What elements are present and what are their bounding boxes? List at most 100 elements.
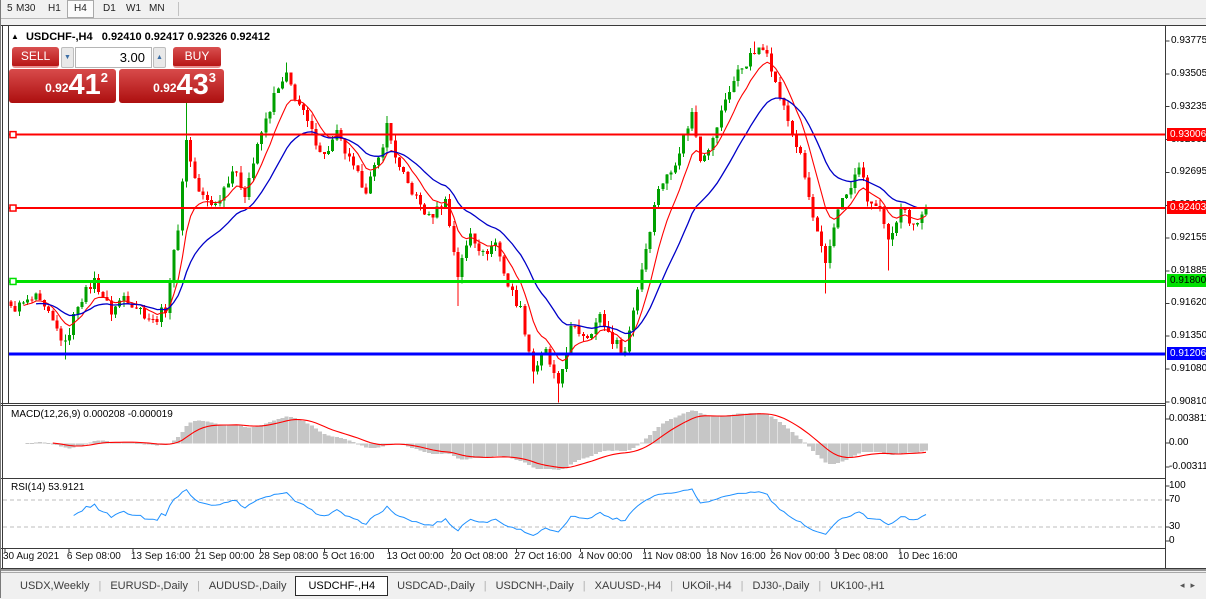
chart-tab-ukoil-[interactable]: UKOil-,H4 bbox=[673, 577, 741, 595]
candle-bull bbox=[828, 246, 832, 263]
candle-bull bbox=[736, 69, 740, 82]
volume-increase-button[interactable]: ▲ bbox=[153, 47, 166, 68]
candle-bear bbox=[155, 319, 159, 322]
candle-bear bbox=[201, 191, 205, 196]
candle-bull bbox=[749, 53, 753, 67]
candle-bear bbox=[30, 299, 34, 301]
candle-bull bbox=[916, 223, 920, 225]
candle-bull bbox=[184, 139, 188, 182]
tabs-scroll-left-icon[interactable]: ◂ bbox=[1180, 580, 1191, 590]
candle-bull bbox=[427, 213, 431, 215]
chart-tab-usdcad-[interactable]: USDCAD-,Daily bbox=[388, 577, 484, 595]
candle-bear bbox=[347, 153, 351, 157]
candle-bull bbox=[682, 135, 686, 154]
candle-bear bbox=[515, 290, 519, 307]
date-tick-label: 27 Oct 16:00 bbox=[514, 551, 572, 562]
buy-price-display[interactable]: 0.92433 bbox=[119, 69, 224, 103]
chart-tab-audusd-[interactable]: AUDUSD-,Daily bbox=[200, 577, 296, 595]
candle-bear bbox=[410, 182, 414, 195]
date-tick-label: 3 Dec 08:00 bbox=[834, 551, 888, 562]
spin-up-icon: ▲ bbox=[156, 54, 163, 61]
date-tick-label: 21 Sep 00:00 bbox=[194, 551, 255, 562]
buy-button[interactable]: BUY bbox=[173, 47, 221, 68]
candle-bear bbox=[318, 145, 322, 153]
candle-bull bbox=[327, 151, 331, 154]
candle-bear bbox=[306, 110, 310, 122]
candle-bull bbox=[723, 99, 727, 111]
chart-tab-usdchf-[interactable]: USDCHF-,H4 bbox=[295, 576, 389, 596]
date-tick-label: 11 Nov 08:00 bbox=[642, 551, 702, 562]
price-tick-label: 0.92155 bbox=[1171, 232, 1206, 244]
level-line-marker[interactable] bbox=[9, 130, 17, 139]
candle-bear bbox=[423, 204, 427, 215]
candle-bear bbox=[799, 146, 803, 154]
candle-bull bbox=[519, 305, 523, 307]
candle-bear bbox=[398, 157, 402, 167]
macd-tick-label: 0.003811 bbox=[1169, 413, 1206, 424]
sell-button[interactable]: SELL bbox=[12, 47, 59, 68]
chart-tab-xauusd-[interactable]: XAUUSD-,H4 bbox=[586, 577, 671, 595]
chart-tab-eurusd-[interactable]: EURUSD-,Daily bbox=[101, 577, 197, 595]
sell-price-big: 41 bbox=[68, 69, 101, 101]
chart-tab-usdx[interactable]: USDX,Weekly bbox=[11, 577, 98, 595]
candle-bull bbox=[281, 81, 285, 89]
candle-bull bbox=[744, 66, 748, 69]
candle-bull bbox=[489, 246, 493, 255]
tabs-scroll-right-icon[interactable]: ▸ bbox=[1190, 580, 1201, 590]
candle-bull bbox=[256, 143, 260, 164]
volume-input[interactable]: 3.00 bbox=[75, 47, 152, 68]
candle-bull bbox=[615, 339, 619, 344]
date-tick-label: 6 Sep 08:00 bbox=[66, 551, 121, 562]
candle-bear bbox=[310, 121, 314, 129]
candle-bear bbox=[698, 136, 702, 162]
candle-bear bbox=[55, 320, 59, 329]
candle-bear bbox=[418, 194, 422, 205]
candle-bull bbox=[757, 47, 761, 55]
candle-bull bbox=[268, 112, 272, 119]
candle-bear bbox=[448, 198, 452, 227]
chart-title: ▲ USDCHF-,H4 0.92410 0.92417 0.92326 0.9… bbox=[11, 31, 270, 43]
level-price-label: 0.93006 bbox=[1167, 127, 1206, 141]
chart-tab-dj30-[interactable]: DJ30-,Daily bbox=[744, 577, 819, 595]
candle-bear bbox=[393, 140, 397, 158]
price-tick-label: 0.90810 bbox=[1171, 395, 1206, 407]
candle-bear bbox=[431, 213, 435, 218]
rsi-tick-label: 0 bbox=[1169, 535, 1175, 546]
candle-bear bbox=[38, 293, 42, 300]
candle-bear bbox=[364, 187, 368, 194]
buy-price-sup: 3 bbox=[208, 70, 216, 85]
candle-bull bbox=[836, 209, 840, 228]
candle-bull bbox=[535, 365, 539, 372]
candle-bear bbox=[414, 194, 418, 196]
chart-tab-uk100-[interactable]: UK100-,H1 bbox=[821, 577, 893, 595]
date-tick-label: 13 Sep 16:00 bbox=[130, 551, 191, 562]
candle-bear bbox=[293, 84, 297, 100]
symbol-dropdown-icon[interactable]: ▲ bbox=[11, 32, 19, 41]
sell-price-display[interactable]: 0.92412 bbox=[9, 69, 116, 103]
level-line-marker[interactable] bbox=[9, 204, 17, 212]
candle-bull bbox=[180, 181, 184, 231]
candle-bull bbox=[272, 93, 276, 113]
chart-tab-usdcnh-[interactable]: USDCNH-,Daily bbox=[487, 577, 583, 595]
date-tick-label: 18 Nov 16:00 bbox=[706, 551, 766, 562]
candle-bull bbox=[648, 231, 652, 249]
candle-bear bbox=[314, 128, 318, 146]
candle-bull bbox=[67, 334, 71, 341]
candle-bear bbox=[803, 153, 807, 178]
candle-bear bbox=[189, 139, 193, 162]
candle-bear bbox=[235, 171, 239, 173]
candle-bull bbox=[93, 277, 97, 290]
candle-bear bbox=[452, 226, 456, 252]
candle-bear bbox=[406, 171, 410, 183]
volume-decrease-button[interactable]: ▼ bbox=[61, 47, 74, 68]
macd-tick-label: 0.00 bbox=[1169, 437, 1189, 448]
candle-bear bbox=[301, 104, 305, 111]
candle-bear bbox=[769, 53, 773, 72]
level-line-marker[interactable] bbox=[9, 277, 17, 286]
candle-bear bbox=[147, 318, 151, 320]
candle-bull bbox=[665, 174, 669, 184]
candle-bull bbox=[34, 293, 38, 300]
price-tick-label: 0.91080 bbox=[1171, 363, 1206, 375]
candle-bear bbox=[870, 201, 874, 204]
candle-bear bbox=[506, 273, 510, 287]
